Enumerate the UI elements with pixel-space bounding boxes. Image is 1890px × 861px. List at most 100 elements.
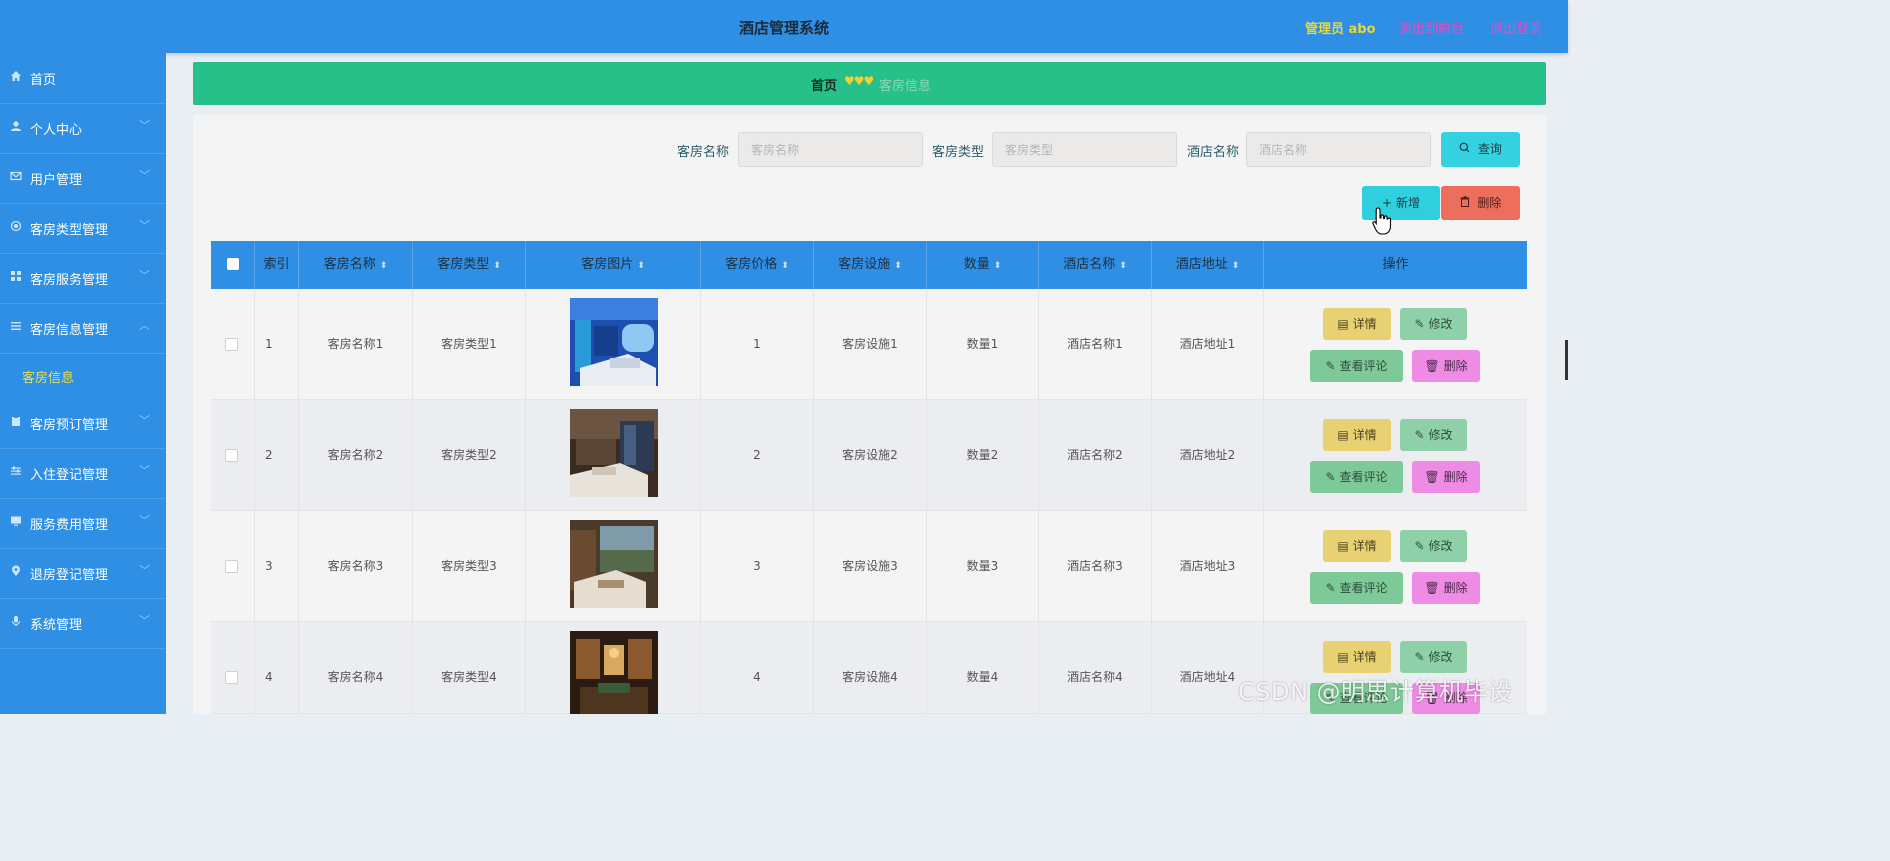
row-checkbox[interactable] — [225, 671, 238, 684]
column-header-room-price[interactable]: 客房价格 ⬍ — [701, 241, 814, 289]
column-header-room-facility[interactable]: 客房设施 ⬍ — [814, 241, 927, 289]
sort-icon[interactable]: ⬍ — [637, 261, 645, 271]
sort-icon[interactable]: ⬍ — [994, 261, 1002, 271]
sidebar-item-room-service-management[interactable]: 客房服务管理 ﹀ — [0, 253, 166, 304]
room-type-cell: 客房类型1 — [413, 289, 526, 400]
breadcrumb-home[interactable]: 首页 — [811, 75, 837, 94]
quantity-cell: 数量2 — [927, 400, 1039, 511]
view-reviews-button[interactable]: ✎ 查看评论 — [1310, 572, 1403, 604]
sidebar-item-room-info-management[interactable]: 客房信息管理 ︿ — [0, 303, 166, 354]
view-reviews-label: 查看评论 — [1339, 581, 1388, 595]
breadcrumb-current: 客房信息 — [879, 79, 932, 94]
logout-link[interactable]: 退出登录 — [1490, 18, 1542, 37]
search-button[interactable]: 查询 — [1441, 132, 1520, 167]
room-facility-cell: 客房设施3 — [814, 511, 927, 622]
watermark: CSDN @明思计算机毕设 — [1238, 678, 1513, 706]
row-checkbox[interactable] — [225, 449, 238, 462]
view-reviews-label: 查看评论 — [1339, 359, 1388, 373]
sidebar-subitem-room-info[interactable]: 客房信息 — [0, 353, 166, 398]
index-cell: 1 — [255, 289, 299, 400]
row-checkbox[interactable] — [225, 338, 238, 351]
column-header-hotel-name[interactable]: 酒店名称 ⬍ — [1039, 241, 1152, 289]
sidebar-item-room-type-management[interactable]: 客房类型管理 ﹀ — [0, 203, 166, 254]
document-icon: ▤ — [1337, 317, 1349, 331]
document-icon: ▤ — [1337, 650, 1349, 664]
sidebar-item-label: 客房信息管理 — [30, 323, 109, 338]
sort-icon[interactable]: ⬍ — [1232, 261, 1240, 271]
room-price-cell: 3 — [701, 511, 814, 622]
room-name-input[interactable] — [738, 132, 923, 167]
edit-button[interactable]: ✎ 修改 — [1400, 419, 1467, 451]
search-icon — [1459, 142, 1474, 156]
sliders-icon — [9, 465, 23, 479]
back-to-front-link[interactable]: 退出到前台 — [1399, 18, 1464, 37]
edit-button[interactable]: ✎ 修改 — [1400, 308, 1467, 340]
sidebar-item-label: 客房服务管理 — [30, 273, 109, 288]
sidebar-item-home[interactable]: 首页 — [0, 53, 166, 104]
sidebar-item-service-fee-management[interactable]: 服务费用管理 ﹀ — [0, 498, 166, 549]
hotel-address-cell: 酒店地址3 — [1152, 511, 1264, 622]
chevron-down-icon: ﹀ — [139, 564, 150, 577]
sidebar-item-label: 首页 — [30, 73, 57, 88]
quantity-cell: 数量1 — [927, 289, 1039, 400]
row-delete-button[interactable]: 🗑 删除 — [1412, 461, 1480, 493]
clipboard-icon — [9, 415, 23, 429]
circle-icon — [9, 220, 23, 234]
row-delete-label: 删除 — [1443, 470, 1468, 484]
pencil-icon: ✎ — [1414, 539, 1425, 553]
row-delete-button[interactable]: 🗑 删除 — [1412, 350, 1480, 382]
actions-cell — [1264, 400, 1527, 511]
select-all-checkbox[interactable] — [227, 258, 239, 270]
actions-cell — [1264, 289, 1527, 400]
sort-icon[interactable]: ⬍ — [493, 261, 501, 271]
scrollbar-thumb[interactable] — [1565, 340, 1568, 380]
sidebar-item-label: 退房登记管理 — [30, 568, 109, 583]
column-header-label: 操作 — [1382, 257, 1409, 272]
edit-label: 修改 — [1428, 650, 1453, 664]
room-name-cell: 客房名称4 — [299, 622, 413, 714]
row-checkbox[interactable] — [225, 560, 238, 573]
sidebar-item-user-management[interactable]: 用户管理 ﹀ — [0, 153, 166, 204]
view-reviews-button[interactable]: ✎ 查看评论 — [1310, 461, 1403, 493]
sort-icon[interactable]: ⬍ — [894, 261, 902, 271]
detail-button[interactable]: ▤ 详情 — [1323, 530, 1391, 562]
chevron-down-icon: ﹀ — [139, 514, 150, 527]
column-header-hotel-address[interactable]: 酒店地址 ⬍ — [1152, 241, 1264, 289]
sort-icon[interactable]: ⬍ — [1119, 261, 1127, 271]
hotel-name-cell: 酒店名称1 — [1039, 289, 1152, 400]
edit-label: 修改 — [1428, 317, 1453, 331]
detail-button[interactable]: ▤ 详情 — [1323, 308, 1391, 340]
edit-label: 修改 — [1428, 539, 1453, 553]
room-image — [570, 409, 658, 497]
detail-button[interactable]: ▤ 详情 — [1323, 641, 1391, 673]
column-header-room-type[interactable]: 客房类型 ⬍ — [413, 241, 526, 289]
sort-icon[interactable]: ⬍ — [380, 261, 388, 271]
sidebar-item-booking-management[interactable]: 客房预订管理 ﹀ — [0, 398, 166, 449]
document-icon: ▤ — [1337, 428, 1349, 442]
view-reviews-button[interactable]: ✎ 查看评论 — [1310, 350, 1403, 382]
hand-cursor-icon — [1372, 206, 1392, 242]
room-type-input[interactable] — [992, 132, 1177, 167]
sidebar-item-personal-center[interactable]: 个人中心 ﹀ — [0, 103, 166, 154]
batch-delete-button[interactable]: 删除 — [1441, 186, 1520, 220]
column-header-label: 客房价格 — [725, 257, 778, 272]
column-header-room-name[interactable]: 客房名称 ⬍ — [299, 241, 413, 289]
column-header-room-image[interactable]: 客房图片 ⬍ — [526, 241, 701, 289]
index-cell: 4 — [255, 622, 299, 714]
sort-icon[interactable]: ⬍ — [781, 261, 789, 271]
sidebar-item-checkin-management[interactable]: 入住登记管理 ﹀ — [0, 448, 166, 499]
hotel-name-input[interactable] — [1246, 132, 1431, 167]
edit-button[interactable]: ✎ 修改 — [1400, 641, 1467, 673]
detail-button[interactable]: ▤ 详情 — [1323, 419, 1391, 451]
sidebar-item-system-management[interactable]: 系统管理 ﹀ — [0, 598, 166, 649]
user-icon — [9, 120, 23, 134]
room-facility-cell: 客房设施4 — [814, 622, 927, 714]
chevron-down-icon: ﹀ — [139, 219, 150, 232]
add-button-label: 新增 — [1396, 196, 1421, 210]
column-header-quantity[interactable]: 数量 ⬍ — [927, 241, 1039, 289]
edit-button[interactable]: ✎ 修改 — [1400, 530, 1467, 562]
row-delete-button[interactable]: 🗑 删除 — [1412, 572, 1480, 604]
sidebar-item-checkout-management[interactable]: 退房登记管理 ﹀ — [0, 548, 166, 599]
sidebar: 首页 个人中心 ﹀ 用户管理 ﹀ 客房类型管理 ﹀ 客房服务管理 ﹀ 客房信息管… — [0, 53, 166, 714]
pencil-icon: ✎ — [1414, 650, 1425, 664]
